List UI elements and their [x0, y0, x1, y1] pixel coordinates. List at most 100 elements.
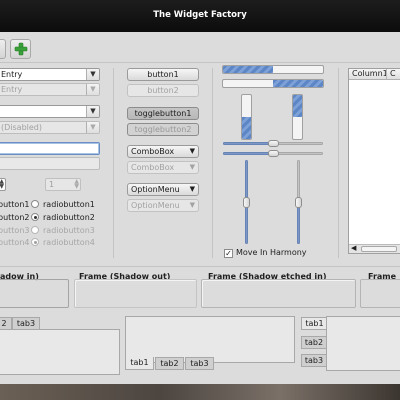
tab-3[interactable]: tab3 — [185, 357, 214, 370]
tree-view[interactable]: Column1 C ◀ — [348, 68, 400, 254]
move-in-harmony-checkbox[interactable]: ✓ Move In Harmony — [224, 247, 307, 258]
progress-fill — [223, 66, 273, 73]
column-header-1[interactable]: Column1 — [349, 69, 387, 80]
radiobutton2[interactable]: radiobutton2 — [31, 212, 95, 223]
togglebutton1[interactable]: togglebutton1 — [127, 107, 199, 120]
combobox-button[interactable]: ComboBox ▼ — [127, 145, 199, 158]
text-entry-disabled — [0, 157, 100, 170]
toolbar-button-partial[interactable] — [0, 39, 6, 59]
column-separator — [212, 68, 213, 258]
notebook-3-page — [326, 316, 400, 371]
radio-label: radiobutton4 — [43, 238, 95, 247]
combo-empty[interactable]: ▼ — [0, 105, 100, 118]
optionmenu-button[interactable]: OptionMenu ▼ — [127, 183, 199, 196]
chevron-down-icon: ▼ — [189, 201, 195, 209]
radiobutton3: radiobutton3 — [31, 225, 95, 236]
radio-selected-icon — [31, 213, 39, 221]
radio-label: button2 — [0, 213, 30, 222]
chevron-down-icon: ▼ — [86, 122, 99, 133]
progress-fill — [242, 117, 251, 139]
scale-knob[interactable] — [243, 197, 250, 208]
radio-circle-icon — [31, 200, 39, 208]
button1[interactable]: button1 — [127, 68, 199, 81]
progress-bar-vertical-1 — [241, 94, 252, 140]
tab-2[interactable]: tab2 — [155, 357, 184, 370]
radiobutton1[interactable]: radiobutton1 — [31, 199, 95, 210]
scrollbar-thumb[interactable] — [361, 246, 397, 252]
scroll-left-icon[interactable]: ◀ — [351, 244, 356, 252]
frame-shadow-out — [74, 279, 197, 308]
combo-entry[interactable]: Entry ▼ — [0, 68, 100, 81]
optionmenu-label: OptionMenu — [131, 201, 180, 210]
frame-shadow-in — [0, 279, 69, 308]
tab-1[interactable]: tab1 — [125, 357, 154, 370]
scale-horizontal-2[interactable] — [223, 150, 323, 157]
radio-button3: button3 — [0, 225, 29, 236]
radio-button2[interactable]: button2 — [0, 212, 29, 223]
frame-4 — [360, 279, 400, 308]
notebook-1-page — [0, 329, 120, 375]
text-entry-focused[interactable] — [0, 142, 100, 155]
spin-button-disabled-value: 1 — [49, 180, 55, 189]
section-separator — [0, 266, 400, 267]
combobox-label: ComboBox — [131, 147, 175, 156]
column-header-2[interactable]: C — [387, 69, 400, 80]
progress-fill — [273, 80, 323, 87]
radio-label: button4 — [0, 238, 30, 247]
column-separator — [113, 68, 114, 258]
combo-disabled: (Disabled) ▼ — [0, 121, 100, 134]
toolbar-separator — [0, 62, 400, 63]
scale-knob[interactable] — [268, 150, 279, 157]
scale-vertical-2[interactable] — [295, 160, 302, 244]
add-button[interactable] — [10, 39, 31, 59]
optionmenu-button-disabled: OptionMenu ▼ — [127, 199, 199, 212]
progress-bar-horizontal-1 — [222, 65, 324, 74]
radio-label: radiobutton2 — [43, 213, 95, 222]
scale-horizontal-1[interactable] — [223, 140, 323, 147]
checkbox-label: Move In Harmony — [236, 248, 307, 257]
radiobutton4: radiobutton4 — [31, 237, 95, 248]
radio-button4: button4 — [0, 237, 29, 248]
tab-2[interactable]: tab2 — [301, 336, 327, 349]
combo-entry-disabled: Entry ▼ — [0, 83, 100, 96]
chevron-down-icon: ▼ — [189, 163, 195, 171]
spin-button[interactable]: ▲ ▼ — [0, 178, 6, 191]
combo-disabled-text: (Disabled) — [1, 123, 42, 132]
horizontal-scrollbar[interactable]: ◀ — [349, 244, 400, 253]
optionmenu-label: OptionMenu — [131, 185, 180, 194]
radio-button1[interactable]: button1 — [0, 199, 29, 210]
combobox-label: ComboBox — [131, 163, 175, 172]
button2: button2 — [127, 84, 199, 97]
frame-shadow-etched-in — [201, 279, 356, 308]
scale-knob[interactable] — [295, 197, 302, 208]
radio-label: button1 — [0, 200, 30, 209]
chevron-down-icon: ▼ — [189, 147, 195, 155]
spin-arrows-icon: ▲ ▼ — [74, 178, 79, 190]
scale-fill — [223, 142, 273, 145]
chevron-down-icon: ▼ — [189, 185, 195, 193]
radio-selected-icon — [31, 238, 39, 246]
column-separator — [338, 68, 339, 258]
plus-icon — [14, 42, 28, 56]
tab-1[interactable]: tab1 — [301, 317, 327, 330]
chevron-down-icon: ▼ — [86, 84, 99, 95]
togglebutton2: togglebutton2 — [127, 123, 199, 136]
scale-fill — [297, 202, 300, 244]
combo-entry-disabled-text: Entry — [1, 85, 23, 94]
notebook-2-page — [125, 316, 295, 363]
scale-vertical-1[interactable] — [243, 160, 250, 244]
radio-label: button3 — [0, 226, 30, 235]
chevron-down-icon[interactable]: ▼ — [86, 106, 99, 117]
progress-fill — [293, 95, 302, 117]
combobox-button-disabled: ComboBox ▼ — [127, 161, 199, 174]
desktop-background-left — [0, 384, 400, 400]
window-titlebar[interactable]: The Widget Factory — [0, 0, 400, 32]
radio-label: radiobutton3 — [43, 226, 95, 235]
chevron-down-icon[interactable]: ▼ — [86, 69, 99, 80]
scale-knob[interactable] — [268, 140, 279, 147]
spin-arrows-icon[interactable]: ▲ ▼ — [0, 179, 4, 190]
checkbox-checked-icon: ✓ — [224, 249, 233, 258]
combo-entry-text: Entry — [1, 70, 23, 79]
tab-3[interactable]: tab3 — [301, 354, 327, 367]
window-title: The Widget Factory — [153, 10, 247, 20]
